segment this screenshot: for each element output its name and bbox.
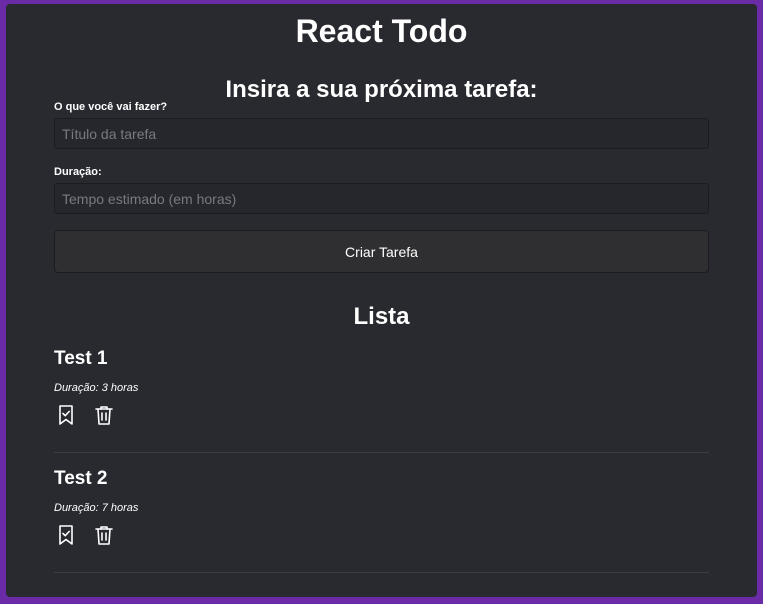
title-input[interactable] [54,118,709,149]
task-duration: Duração: 3 horas [54,382,139,394]
task-actions [54,523,709,547]
duration-input[interactable] [54,183,709,214]
task-item: Test 2 Duração: 7 horas [54,465,709,573]
app-title: React Todo [295,13,468,49]
task-actions [54,403,709,427]
create-task-button[interactable]: Criar Tarefa [54,230,709,273]
trash-icon[interactable] [92,403,116,427]
trash-icon[interactable] [92,523,116,547]
bookmark-check-icon[interactable] [54,403,78,427]
list-heading: Lista [353,303,410,330]
task-title: Test 1 [54,348,108,369]
duration-label: Duração: [54,166,102,178]
bookmark-check-icon[interactable] [54,523,78,547]
title-label: O que você vai fazer? [54,101,168,113]
app-container: React Todo Insira a sua próxima tarefa: … [6,4,757,597]
duration-group: Duração: [54,165,709,214]
task-duration: Duração: 7 horas [54,502,139,514]
task-list: Test 1 Duração: 3 horas Test 2 Duração: … [54,345,709,585]
task-title: Test 2 [54,468,108,489]
task-form: O que você vai fazer? Duração: Criar Tar… [54,100,709,273]
task-item: Test 1 Duração: 3 horas [54,345,709,453]
